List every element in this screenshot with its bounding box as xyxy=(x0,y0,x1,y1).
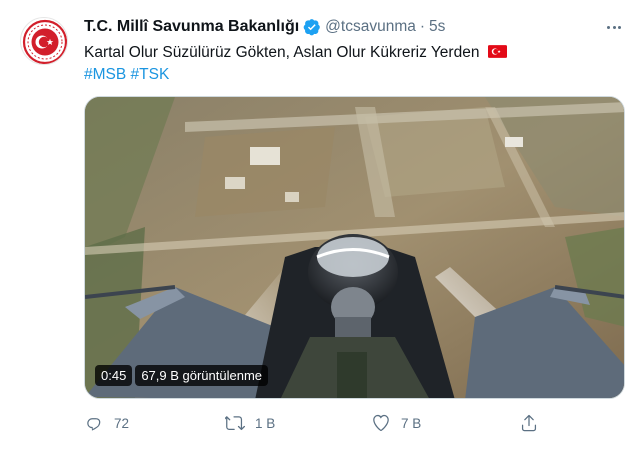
separator-dot: · xyxy=(419,18,426,35)
author-name[interactable]: T.C. Millî Savunma Bakanlığı xyxy=(84,18,299,36)
turkey-flag-icon xyxy=(487,45,507,58)
author-handle[interactable]: @tcsavunma xyxy=(325,18,416,36)
share-icon xyxy=(521,414,537,432)
more-horizontal-icon xyxy=(606,25,623,29)
timestamp[interactable]: 5s xyxy=(429,18,445,36)
hashtags: #MSB #TSK xyxy=(84,65,169,85)
share-button[interactable] xyxy=(519,408,539,438)
retweet-icon xyxy=(225,416,245,431)
video-duration: 0:45 xyxy=(95,365,133,386)
video-views: 67,9 B görüntülenme xyxy=(135,365,269,386)
more-options-button[interactable] xyxy=(602,16,626,38)
verified-badge-icon xyxy=(303,19,321,36)
retweet-count: 1 B xyxy=(255,415,276,431)
tweet-card[interactable]: T.C. Millî Savunma Bakanlığı @tcsavunma … xyxy=(0,0,640,450)
reply-count: 72 xyxy=(114,415,130,431)
avatar[interactable] xyxy=(20,17,68,65)
tweet-header: T.C. Millî Savunma Bakanlığı @tcsavunma … xyxy=(84,16,445,38)
hashtag-link[interactable]: #TSK xyxy=(131,66,170,83)
tweet-text-content: Kartal Olur Süzülürüz Gökten, Aslan Olur… xyxy=(84,44,480,61)
msb-logo-icon xyxy=(22,19,67,64)
video-thumbnail xyxy=(85,97,624,398)
retweet-button[interactable]: 1 B xyxy=(225,408,275,438)
like-count: 7 B xyxy=(401,415,422,431)
hashtag-link[interactable]: #MSB xyxy=(84,66,126,83)
heart-icon xyxy=(373,414,389,432)
reply-button[interactable]: 72 xyxy=(84,408,129,438)
reply-icon xyxy=(87,418,101,431)
video-player[interactable]: 0:45 67,9 B görüntülenme xyxy=(84,96,625,399)
video-overlay: 0:45 67,9 B görüntülenme xyxy=(95,365,269,386)
action-bar: 72 1 B 7 B xyxy=(0,408,640,438)
like-button[interactable]: 7 B xyxy=(371,408,421,438)
tweet-text: Kartal Olur Süzülürüz Gökten, Aslan Olur… xyxy=(84,43,507,63)
